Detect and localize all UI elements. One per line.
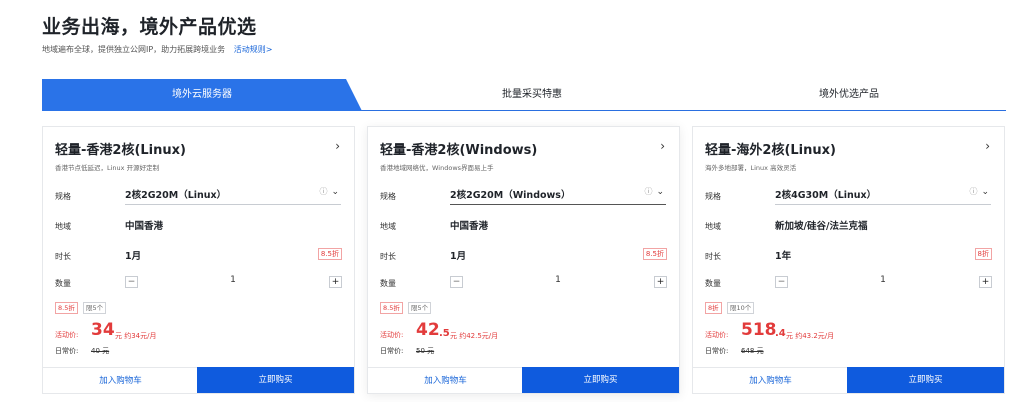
limit-badge: 限10个 (727, 302, 755, 314)
promo-price: 42 (416, 320, 440, 340)
quantity-value[interactable]: 1 (143, 275, 323, 285)
quantity-label: 数量 (380, 279, 396, 288)
add-to-cart-button[interactable]: 加入购物车 (43, 367, 198, 393)
discount-badge: 8.5折 (55, 302, 78, 314)
spec-value: 2核4G30M（Linux） (775, 190, 877, 201)
product-card: 轻量-香港2核(Windows) › 香港地域网络优，Windows界面易上手 … (367, 126, 680, 394)
card-title[interactable]: 轻量-香港2核(Linux) (55, 139, 186, 158)
spec-label: 规格 (380, 192, 396, 201)
section-subtitle: 地域遍布全球，提供独立公网IP，助力拓展跨境业务 活动规则> (42, 44, 272, 55)
rules-link[interactable]: 活动规则> (234, 45, 273, 54)
quantity-label: 数量 (705, 279, 721, 288)
quantity-minus-button[interactable]: − (125, 276, 138, 288)
add-to-cart-button[interactable]: 加入购物车 (368, 367, 523, 393)
spec-label: 规格 (705, 192, 721, 201)
original-price: 40 元 (91, 347, 110, 355)
card-title[interactable]: 轻量-香港2核(Windows) (380, 139, 537, 158)
quantity-plus-button[interactable]: + (329, 276, 342, 288)
card-description: 海外多地部署，Linux 高效灵活 (705, 164, 797, 172)
promo-price: 518 (741, 320, 777, 340)
spec-icons: ⓘ ⌄ (319, 186, 339, 197)
promo-price-label: 活动价: (705, 331, 729, 339)
spec-select[interactable]: 2核4G30M（Linux） ⓘ ⌄ (775, 183, 991, 205)
original-price: 50 元 (416, 347, 435, 355)
card-description: 香港节点低延迟，Linux 开源好定制 (55, 164, 160, 172)
chevron-right-icon[interactable]: › (660, 139, 665, 153)
region-label: 地域 (55, 222, 71, 231)
region-value: 新加坡/硅谷/法兰克福 (775, 221, 868, 232)
add-to-cart-button[interactable]: 加入购物车 (693, 367, 848, 393)
duration-label: 时长 (705, 252, 721, 261)
tab-bulk-purchase[interactable]: 批量采买特惠 (372, 79, 692, 111)
buy-now-button[interactable]: 立即购买 (522, 367, 679, 393)
section-title: 业务出海，境外产品优选 (42, 16, 257, 38)
card-title[interactable]: 轻量-海外2核(Linux) (705, 139, 836, 158)
spec-value: 2核2G20M（Linux） (125, 190, 227, 201)
duration-discount-tag: 8.5折 (642, 248, 667, 260)
tab-overseas-cloud-server[interactable]: 境外云服务器 (42, 79, 362, 111)
quantity-plus-button[interactable]: + (979, 276, 992, 288)
promo-price-label: 活动价: (55, 331, 79, 339)
promo-price: 34 (91, 320, 115, 340)
info-icon[interactable]: ⓘ (644, 187, 652, 196)
discount-badge: 8.5折 (380, 302, 403, 314)
duration-discount-tag: 8.5折 (317, 248, 342, 260)
buy-now-button[interactable]: 立即购买 (847, 367, 1004, 393)
promo-price-unit: 元 约43.2元/月 (786, 332, 835, 340)
region-value: 中国香港 (125, 221, 164, 232)
duration-label: 时长 (380, 252, 396, 261)
promo-price-decimal: .4 (775, 328, 786, 339)
spec-icons: ⓘ ⌄ (644, 186, 664, 197)
region-value: 中国香港 (450, 221, 489, 232)
region-label: 地域 (705, 222, 721, 231)
info-icon[interactable]: ⓘ (969, 187, 977, 196)
chevron-down-icon[interactable]: ⌄ (981, 187, 989, 197)
spec-icons: ⓘ ⌄ (969, 186, 989, 197)
limit-badge: 限5个 (408, 302, 432, 314)
product-card: 轻量-香港2核(Linux) › 香港节点低延迟，Linux 开源好定制 规格 … (42, 126, 355, 394)
original-price-label: 日常价: (55, 347, 79, 355)
chevron-down-icon[interactable]: ⌄ (656, 187, 664, 197)
quantity-minus-button[interactable]: − (775, 276, 788, 288)
promo-price-unit: 元 约34元/月 (115, 332, 157, 340)
tab-overseas-products[interactable]: 境外优选产品 (692, 79, 1006, 111)
spec-select[interactable]: 2核2G20M（Linux） ⓘ ⌄ (125, 183, 341, 205)
chevron-down-icon[interactable]: ⌄ (331, 187, 339, 197)
region-label: 地域 (380, 222, 396, 231)
original-price: 648 元 (741, 347, 764, 355)
quantity-value[interactable]: 1 (793, 275, 973, 285)
quantity-label: 数量 (55, 279, 71, 288)
quantity-value[interactable]: 1 (468, 275, 648, 285)
promo-price-label: 活动价: (380, 331, 404, 339)
discount-badge: 8折 (705, 302, 722, 314)
product-tabs: 境外云服务器 批量采买特惠 境外优选产品 (42, 79, 1006, 111)
duration-value[interactable]: 1月 (125, 248, 141, 262)
spec-label: 规格 (55, 192, 71, 201)
duration-value[interactable]: 1月 (450, 248, 466, 262)
product-card: 轻量-海外2核(Linux) › 海外多地部署，Linux 高效灵活 规格 2核… (692, 126, 1005, 394)
subtitle-text: 地域遍布全球，提供独立公网IP，助力拓展跨境业务 (42, 45, 226, 54)
promo-price-decimal: .5 (439, 328, 450, 339)
spec-value: 2核2G20M（Windows） (450, 190, 571, 201)
spec-select[interactable]: 2核2G20M（Windows） ⓘ ⌄ (450, 183, 666, 205)
info-icon[interactable]: ⓘ (319, 187, 327, 196)
card-description: 香港地域网络优，Windows界面易上手 (380, 164, 494, 172)
quantity-minus-button[interactable]: − (450, 276, 463, 288)
duration-discount-tag: 8折 (974, 248, 992, 260)
chevron-right-icon[interactable]: › (335, 139, 340, 153)
duration-value[interactable]: 1年 (775, 248, 791, 262)
buy-now-button[interactable]: 立即购买 (197, 367, 354, 393)
promo-price-unit: 元 约42.5元/月 (450, 332, 499, 340)
original-price-label: 日常价: (705, 347, 729, 355)
quantity-plus-button[interactable]: + (654, 276, 667, 288)
limit-badge: 限5个 (83, 302, 107, 314)
duration-label: 时长 (55, 252, 71, 261)
original-price-label: 日常价: (380, 347, 404, 355)
chevron-right-icon[interactable]: › (985, 139, 990, 153)
